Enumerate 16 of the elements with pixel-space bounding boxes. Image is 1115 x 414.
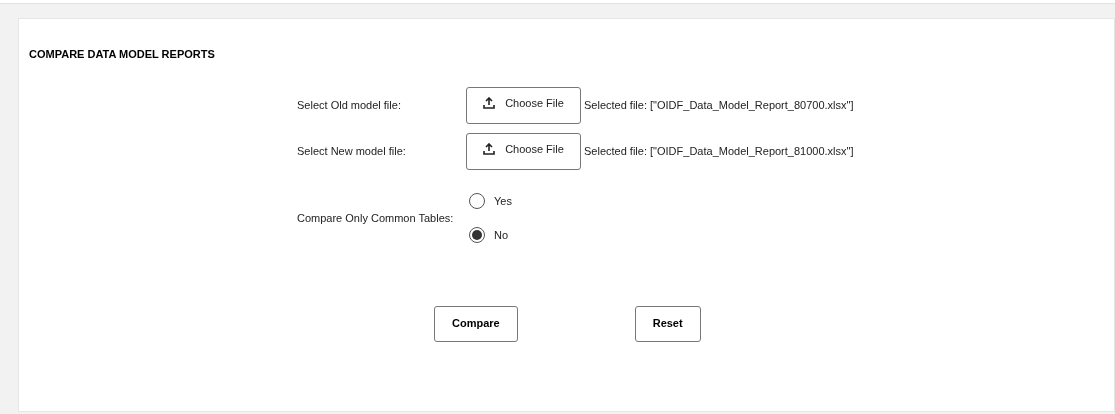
upload-icon (483, 97, 496, 109)
field-label: Select Old model file: (297, 97, 402, 113)
action-button[interactable]: Reset (634, 305, 701, 342)
selected-file-text: Selected file: ["OIDF_Data_Model_Report_80700.xlsx"] (584, 97, 854, 113)
radio-option[interactable]: Yes (469, 192, 512, 209)
radio-button[interactable] (469, 192, 485, 209)
radio-option[interactable]: No (469, 227, 512, 244)
field-label: Compare Only Common Tables: (297, 210, 455, 226)
upload-icon (483, 143, 496, 155)
selected-file-text: Selected file: ["OIDF_Data_Model_Report_81000.xlsx"] (584, 143, 854, 159)
page-title: COMPARE DATA MODEL REPORTS (29, 47, 216, 62)
choose-file-button[interactable]: Choose File (466, 86, 581, 124)
field-label: Select New model file: (297, 143, 407, 159)
action-button[interactable]: Compare (434, 305, 518, 342)
choose-file-button[interactable]: Choose File (466, 132, 581, 170)
radio-button[interactable] (469, 227, 485, 244)
